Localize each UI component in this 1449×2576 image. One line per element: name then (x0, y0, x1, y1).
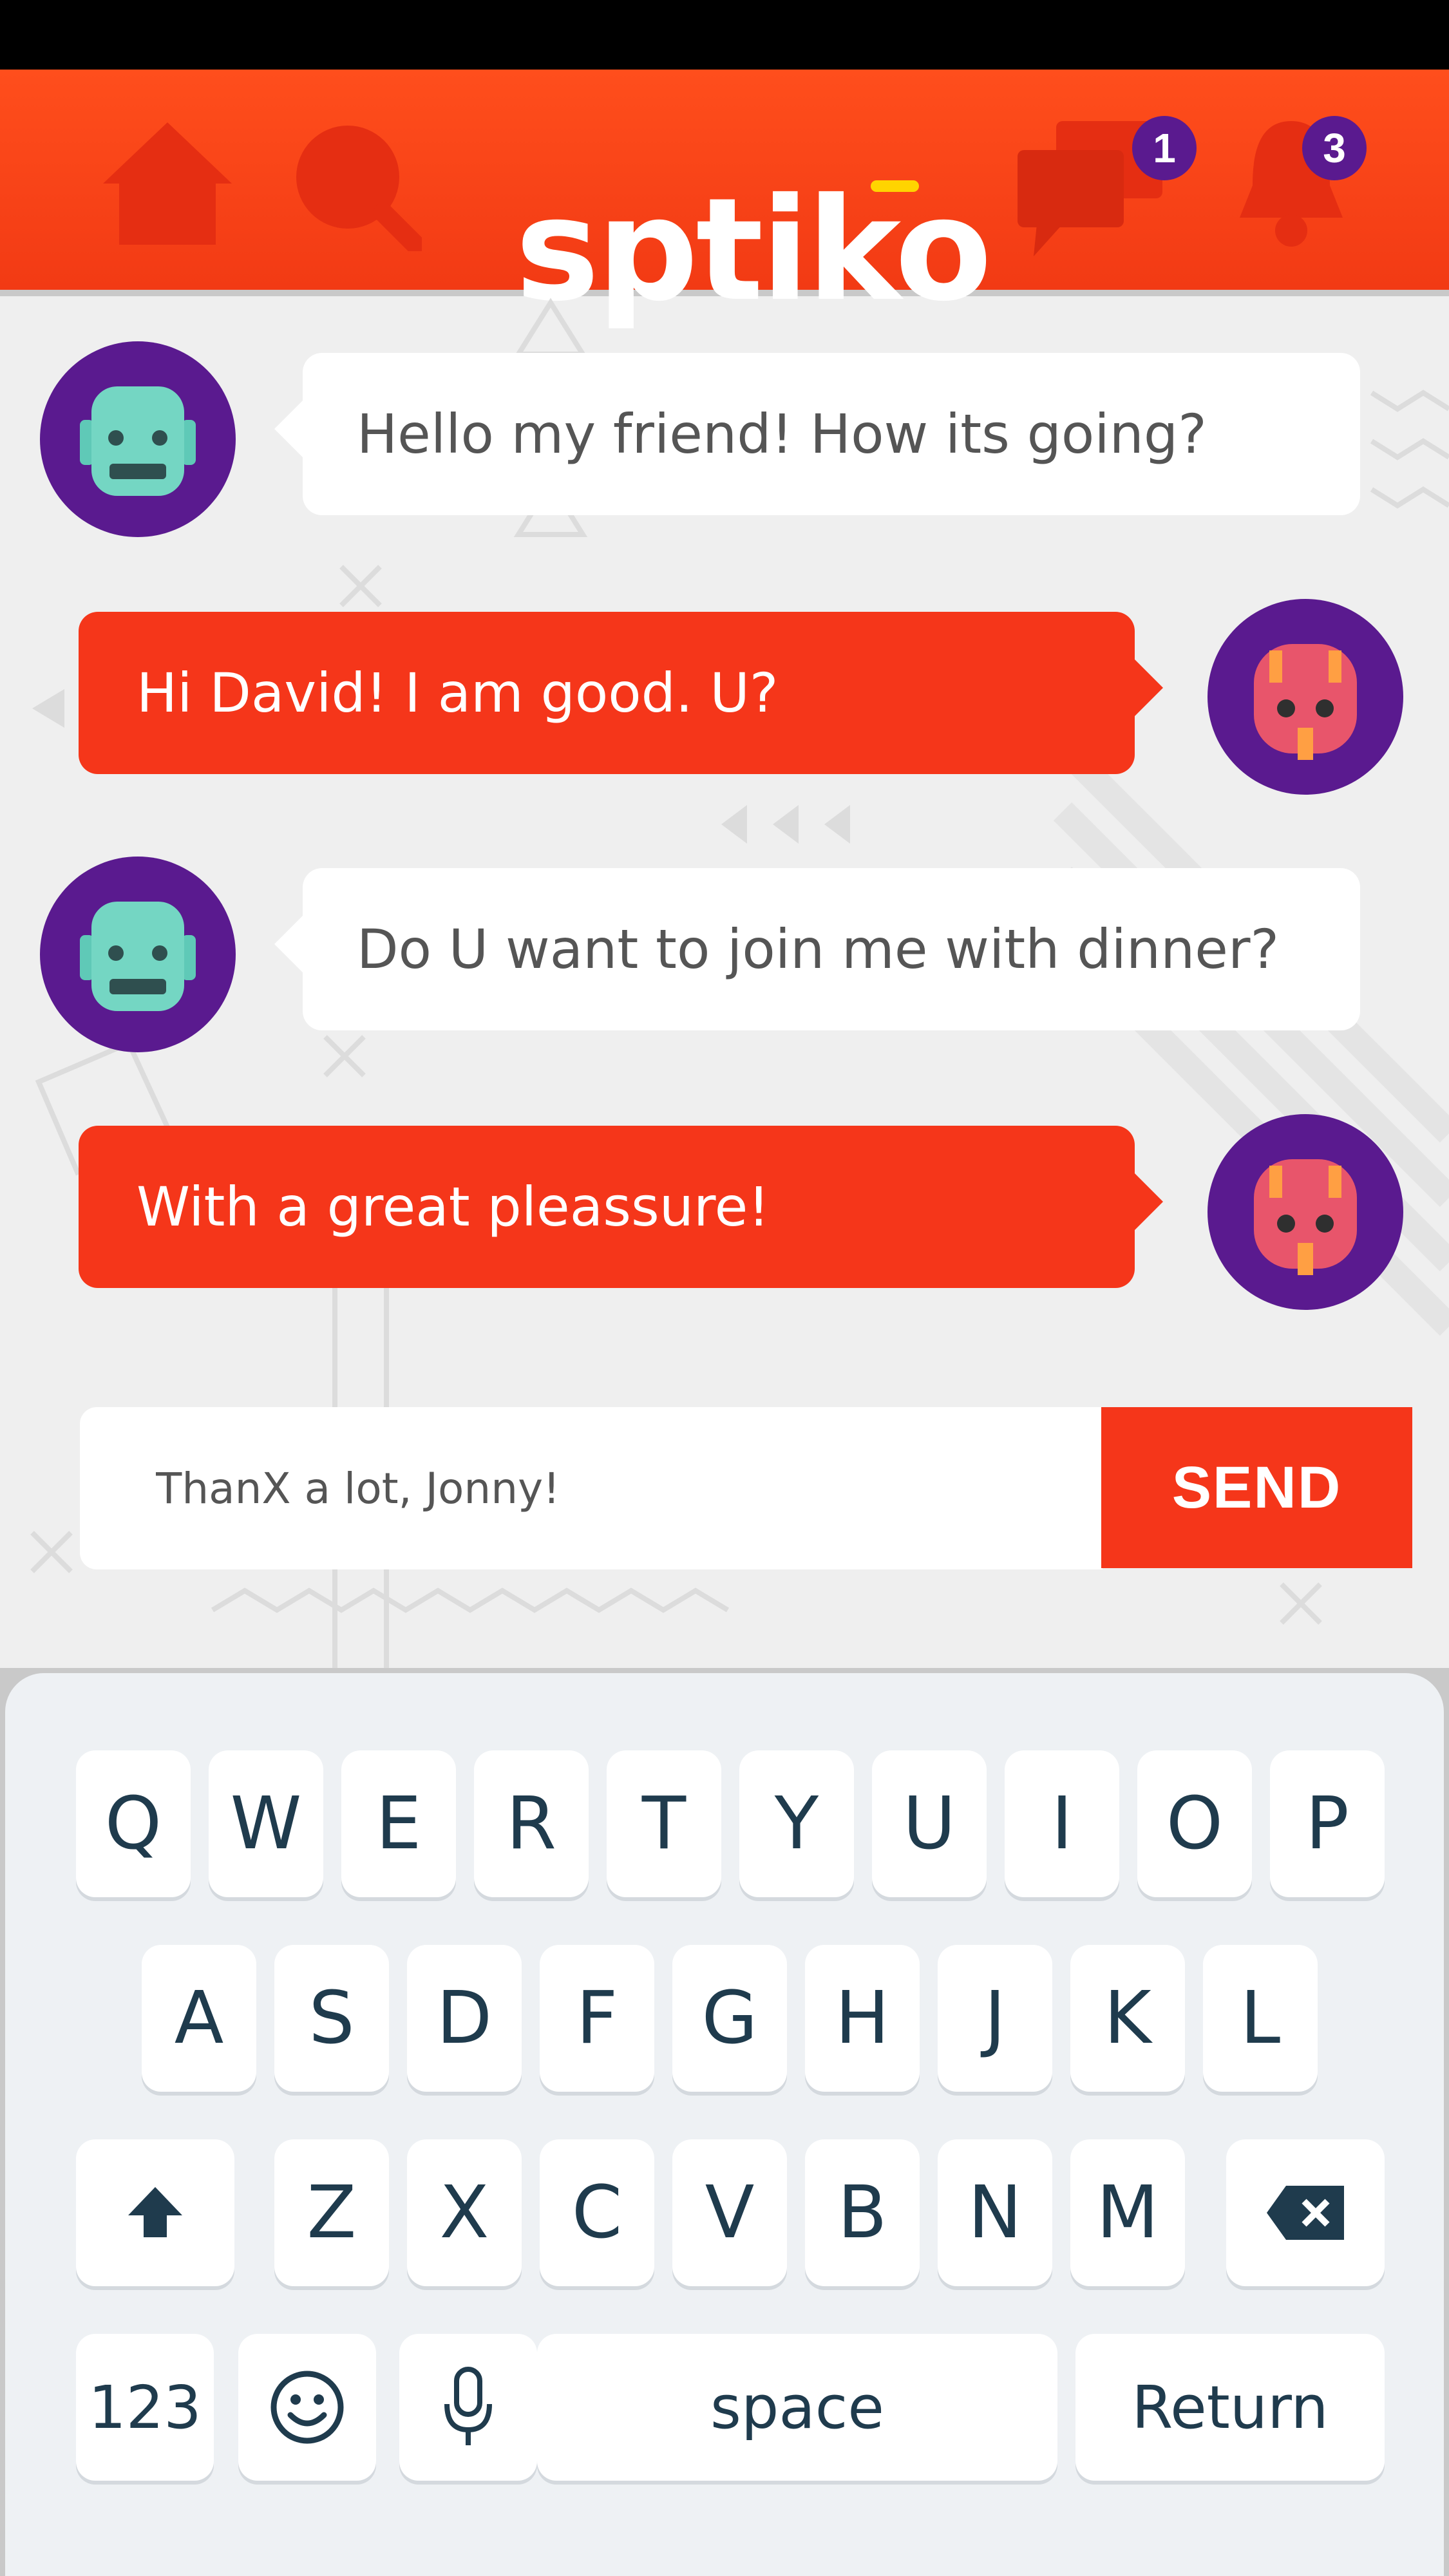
key-u[interactable]: U (872, 1750, 987, 1897)
key-m[interactable]: M (1070, 2139, 1185, 2286)
microphone-icon (444, 2367, 492, 2445)
my-avatar[interactable] (1208, 599, 1403, 795)
message-text: Hi David! I am good. U? (137, 661, 779, 724)
key-e[interactable]: E (341, 1750, 456, 1897)
key-c[interactable]: C (540, 2139, 654, 2286)
microphone-key[interactable] (399, 2334, 537, 2481)
message-bubble-me: Hi David! I am good. U? (79, 612, 1163, 774)
logo-accent (871, 180, 919, 192)
key-a[interactable]: A (142, 1945, 256, 2092)
send-button[interactable]: SEND (1101, 1407, 1412, 1568)
my-avatar[interactable] (1208, 1114, 1403, 1310)
key-g[interactable]: G (672, 1945, 787, 2092)
key-j[interactable]: J (938, 1945, 1052, 2092)
key-y[interactable]: Y (739, 1750, 854, 1897)
key-x[interactable]: X (407, 2139, 522, 2286)
status-bar (0, 0, 1449, 70)
space-key[interactable]: space (537, 2334, 1057, 2481)
key-q[interactable]: Q (76, 1750, 191, 1897)
key-b[interactable]: B (805, 2139, 920, 2286)
keyboard: Q W E R T Y U I O P A S D F G H J K L Z … (0, 1668, 1449, 2576)
key-f[interactable]: F (540, 1945, 654, 2092)
key-p[interactable]: P (1270, 1750, 1385, 1897)
key-l[interactable]: L (1203, 1945, 1318, 2092)
emoji-key[interactable] (238, 2334, 376, 2481)
shift-key[interactable] (76, 2139, 234, 2286)
message-bubble-friend: Hello my friend! How its going? (274, 353, 1360, 515)
key-v[interactable]: V (672, 2139, 787, 2286)
message-input[interactable] (155, 1463, 1059, 1514)
key-s[interactable]: S (274, 1945, 389, 2092)
message-bubble-friend: Do U want to join me with dinner? (274, 868, 1360, 1030)
message-text: Do U want to join me with dinner? (357, 918, 1280, 981)
key-h[interactable]: H (805, 1945, 920, 2092)
key-r[interactable]: R (474, 1750, 589, 1897)
key-k[interactable]: K (1070, 1945, 1185, 2092)
home-icon[interactable] (103, 122, 232, 245)
key-o[interactable]: O (1137, 1750, 1252, 1897)
keyboard-panel: Q W E R T Y U I O P A S D F G H J K L Z … (5, 1673, 1444, 2576)
friend-avatar[interactable] (40, 341, 236, 537)
notifications-badge: 3 (1302, 116, 1367, 180)
key-i[interactable]: I (1005, 1750, 1119, 1897)
message-text: Hello my friend! How its going? (357, 402, 1207, 466)
friend-avatar[interactable] (40, 857, 236, 1052)
smiley-icon (270, 2371, 344, 2444)
message-input-container (80, 1407, 1103, 1569)
shift-icon (128, 2187, 182, 2237)
backspace-icon (1267, 2186, 1344, 2240)
message-bubble-me: With a great pleassure! (79, 1126, 1163, 1288)
messages-badge: 1 (1132, 116, 1197, 180)
app-header: sptiko 1 3 (0, 70, 1449, 324)
key-w[interactable]: W (209, 1750, 323, 1897)
return-key[interactable]: Return (1075, 2334, 1385, 2481)
key-t[interactable]: T (607, 1750, 721, 1897)
backspace-key[interactable] (1226, 2139, 1385, 2286)
key-n[interactable]: N (938, 2139, 1052, 2286)
numbers-key[interactable]: 123 (76, 2334, 214, 2481)
key-z[interactable]: Z (274, 2139, 389, 2286)
key-d[interactable]: D (407, 1945, 522, 2092)
search-icon[interactable] (293, 122, 422, 251)
message-text: With a great pleassure! (137, 1175, 770, 1238)
